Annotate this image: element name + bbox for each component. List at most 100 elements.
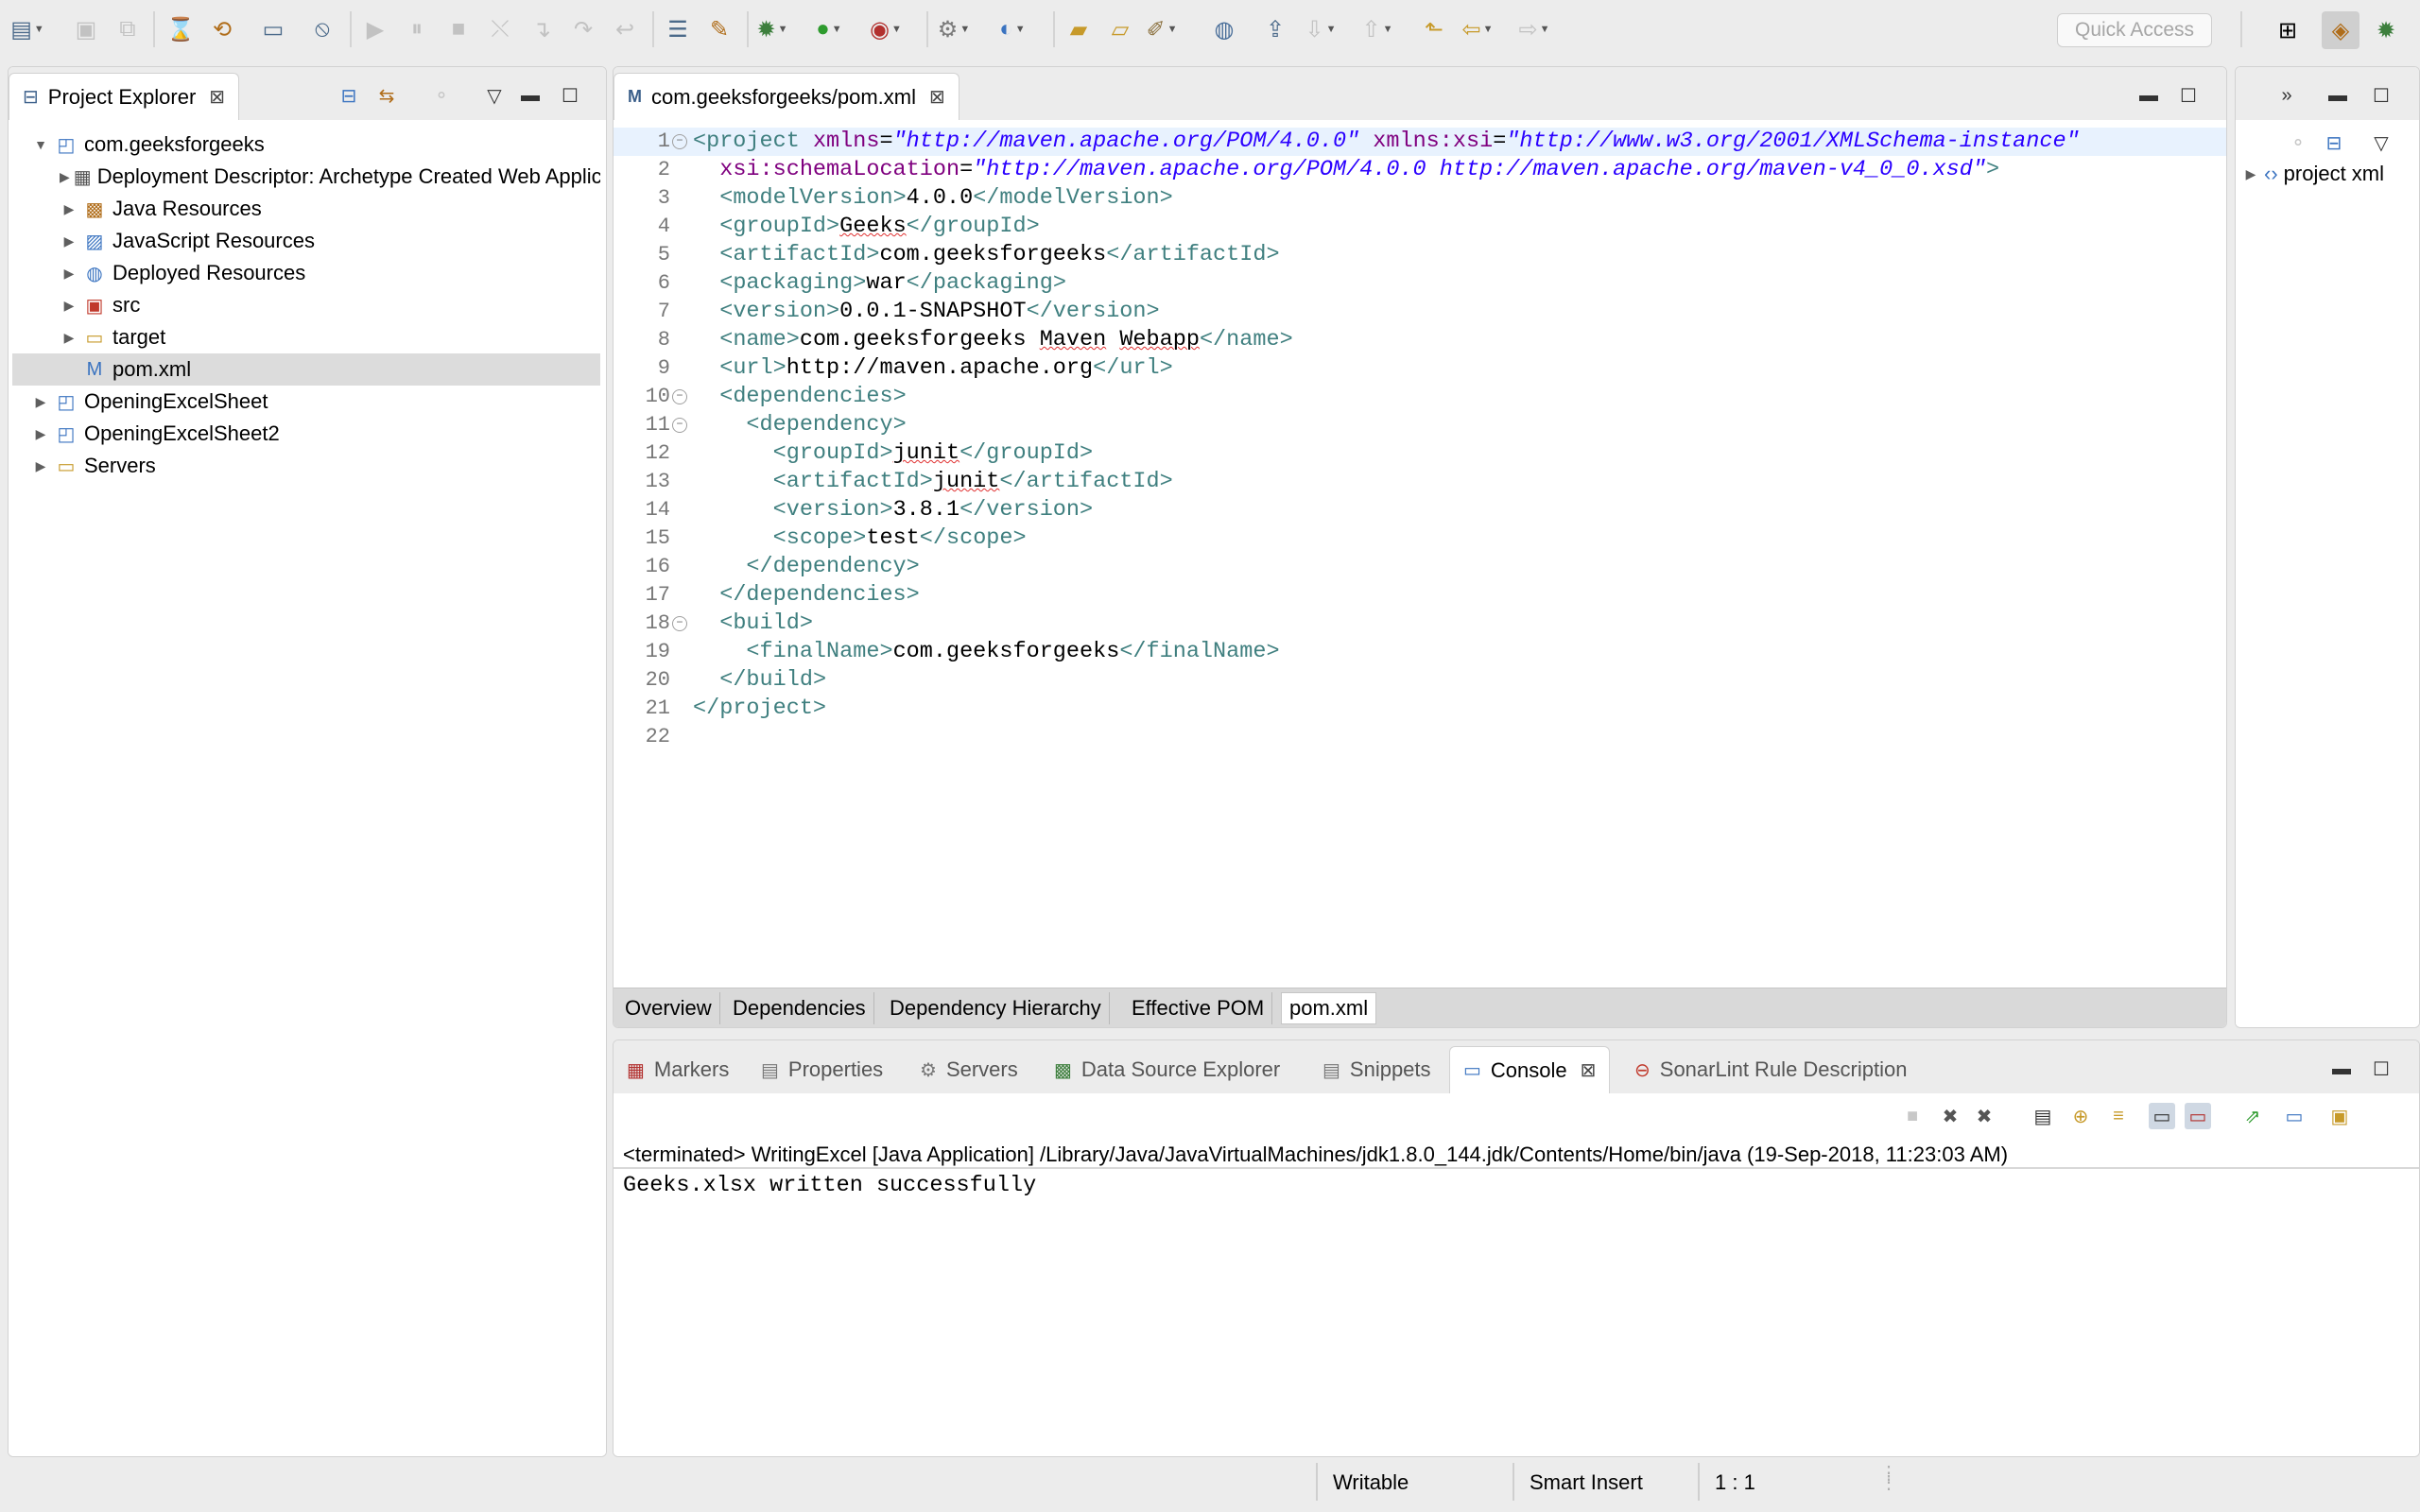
debug-perspective-icon[interactable]: ✹	[2367, 11, 2405, 49]
external-tools-icon[interactable]: ⚙ ▼	[938, 13, 970, 45]
suspend-icon[interactable]: ⏸	[401, 13, 433, 45]
code-editor[interactable]: 1− <project xmlns="http://maven.apache.or…	[614, 120, 2226, 988]
maximize-icon[interactable]: ☐	[557, 82, 583, 109]
code-line[interactable]: 20 </build>	[614, 666, 2226, 695]
code-line[interactable]: 3 <modelVersion>4.0.0</modelVersion>	[614, 184, 2226, 213]
code-line[interactable]: 2 xsi:schemaLocation="http://maven.apach…	[614, 156, 2226, 184]
open-perspective-icon[interactable]: ⊞	[2269, 11, 2307, 49]
expand-arrow-icon[interactable]: ▶	[2241, 166, 2260, 182]
build-icon[interactable]: ⌛	[164, 13, 197, 45]
minimize-icon[interactable]: ▬	[2328, 1056, 2355, 1082]
tab-console[interactable]: ▭ Console ⊠	[1449, 1046, 1611, 1093]
collapse-all-icon[interactable]: ⊟	[2321, 129, 2347, 156]
editor-page-tab[interactable]: Overview	[617, 992, 720, 1024]
code-line[interactable]: 10− <dependencies>	[614, 383, 2226, 411]
search-icon[interactable]: ✐ ▼	[1146, 13, 1178, 45]
console-output[interactable]: Geeks.xlsx written successfully	[623, 1173, 1036, 1198]
fold-toggle-icon[interactable]: −	[672, 616, 687, 631]
new-wizard-icon[interactable]: ▤ ▼	[10, 13, 44, 45]
tree-item[interactable]: ▶ ▦ Deployment Descriptor: Archetype Creat…	[12, 161, 600, 193]
expand-arrow-icon[interactable]: ▶	[60, 233, 78, 249]
tree-item[interactable]: ▶ ▣ src	[12, 289, 600, 321]
link-with-editor-icon[interactable]: ⇆	[373, 82, 400, 109]
tree-item[interactable]: ▶ ▭ target	[12, 321, 600, 353]
last-edit-location-icon[interactable]: ⬑	[1418, 13, 1450, 45]
step-over-icon[interactable]: ↷	[567, 13, 599, 45]
show-console-stderr-icon[interactable]: ▭	[2185, 1103, 2211, 1129]
expand-arrow-icon[interactable]: ▶	[60, 298, 78, 314]
editor-page-tab[interactable]: Dependencies	[725, 992, 874, 1024]
previous-annotation-icon[interactable]: ⇧ ▼	[1361, 13, 1393, 45]
next-annotation-icon[interactable]: ⇩ ▼	[1305, 13, 1337, 45]
code-line[interactable]: 7 <version>0.0.1-SNAPSHOT</version>	[614, 298, 2226, 326]
forward-icon[interactable]: ⇨ ▼	[1518, 13, 1550, 45]
code-line[interactable]: 11− <dependency>	[614, 411, 2226, 439]
code-line[interactable]: 19 <finalName>com.geeksforgeeks</finalNa…	[614, 638, 2226, 666]
tree-item[interactable]: ▶ ◰ OpeningExcelSheet	[12, 386, 600, 418]
code-line[interactable]: 22	[614, 723, 2226, 751]
collapse-all-icon[interactable]: ⊟	[336, 82, 362, 109]
collapse-arrow-icon[interactable]: ▼	[31, 137, 50, 152]
disconnect-icon[interactable]: ⤬	[484, 13, 516, 45]
task-list-icon[interactable]: ☰	[662, 13, 694, 45]
code-line[interactable]: 4 <groupId>Geeks</groupId>	[614, 213, 2226, 241]
view-menu-icon[interactable]: ▽	[481, 82, 508, 109]
step-into-icon[interactable]: ↴	[526, 13, 558, 45]
fold-toggle-icon[interactable]: −	[672, 418, 687, 433]
back-icon[interactable]: ⇦ ▼	[1461, 13, 1494, 45]
tab-sonarlint-rule-description[interactable]: ⊖ SonarLint Rule Description	[1621, 1046, 1920, 1093]
code-line[interactable]: 21 </project>	[614, 695, 2226, 723]
tab-snippets[interactable]: ▤ Snippets	[1309, 1046, 1444, 1093]
open-console-icon[interactable]: ▣	[2326, 1103, 2353, 1129]
code-line[interactable]: 14 <version>3.8.1</version>	[614, 496, 2226, 524]
minimize-icon[interactable]: ▬	[2135, 82, 2162, 109]
run-icon[interactable]: ● ▼	[813, 13, 845, 45]
expand-arrow-icon[interactable]: ▶	[31, 426, 50, 442]
run-coverage-icon[interactable]: ◉ ▼	[870, 13, 902, 45]
quick-access-field[interactable]: Quick Access	[2057, 13, 2212, 47]
tree-item[interactable]: ▶ ◍ Deployed Resources	[12, 257, 600, 289]
code-line[interactable]: 1− <project xmlns="http://maven.apache.or…	[614, 128, 2226, 156]
pin-console-icon[interactable]: ⇗	[2239, 1103, 2266, 1129]
build-all-icon[interactable]: ⟲	[206, 13, 238, 45]
scroll-lock-icon[interactable]: ⊕	[2067, 1103, 2094, 1129]
save-icon[interactable]: ▣	[70, 13, 102, 45]
tree-item[interactable]: ▶ ◰ OpeningExcelSheet2	[12, 418, 600, 450]
expand-arrow-icon[interactable]: ▶	[60, 201, 78, 217]
view-menu-icon[interactable]: ▽	[2368, 129, 2394, 156]
code-line[interactable]: 15 <scope>test</scope>	[614, 524, 2226, 553]
status-drag-handle[interactable]: ⋮ ⋮	[1879, 1464, 1898, 1492]
display-console-icon[interactable]: ▭	[2281, 1103, 2308, 1129]
save-all-icon[interactable]: ⧉	[112, 13, 144, 45]
tab-pom-xml[interactable]: M com.geeksforgeeks/pom.xml ⊠	[614, 73, 959, 120]
code-line[interactable]: 5 <artifactId>com.geeksforgeeks</artifac…	[614, 241, 2226, 269]
code-line[interactable]: 16 </dependency>	[614, 553, 2226, 581]
fold-toggle-icon[interactable]: −	[672, 134, 687, 149]
minimize-icon[interactable]: ▬	[517, 82, 544, 109]
open-task-icon[interactable]: ▱	[1104, 13, 1136, 45]
deploy-icon[interactable]: ⇪	[1259, 13, 1291, 45]
code-line[interactable]: 13 <artifactId>junit</artifactId>	[614, 468, 2226, 496]
new-class-icon[interactable]: ◐ ▼	[996, 13, 1028, 45]
filters-icon[interactable]: ⚬	[428, 82, 455, 109]
tree-item[interactable]: ▶ ▨ JavaScript Resources	[12, 225, 600, 257]
code-line[interactable]: 6 <packaging>war</packaging>	[614, 269, 2226, 298]
globe-icon[interactable]: ◍	[1208, 13, 1240, 45]
fold-toggle-icon[interactable]: −	[672, 389, 687, 404]
show-list-icon[interactable]: »	[2273, 82, 2300, 109]
expand-arrow-icon[interactable]: ▶	[60, 169, 70, 185]
code-line[interactable]: 12 <groupId>junit</groupId>	[614, 439, 2226, 468]
editor-page-tab[interactable]: Effective POM	[1124, 992, 1273, 1024]
tab-servers[interactable]: ⚙ Servers	[907, 1046, 1031, 1093]
tab-properties[interactable]: ▤ Properties	[748, 1046, 896, 1093]
debug-icon[interactable]: ✹ ▼	[756, 13, 788, 45]
minimize-icon[interactable]: ▬	[2325, 82, 2351, 109]
tab-data-source-explorer[interactable]: ▩ Data Source Explorer	[1041, 1046, 1293, 1093]
close-icon[interactable]: ⊠	[929, 85, 945, 109]
code-line[interactable]: 17 </dependencies>	[614, 581, 2226, 610]
code-line[interactable]: 18− <build>	[614, 610, 2226, 638]
tree-item[interactable]: ▶ ▭ Servers	[12, 450, 600, 482]
close-icon[interactable]: ⊠	[209, 85, 225, 109]
remove-all-launches-icon[interactable]: ✖	[1971, 1103, 1997, 1129]
java-ee-perspective-icon[interactable]: ◈	[2322, 11, 2360, 49]
